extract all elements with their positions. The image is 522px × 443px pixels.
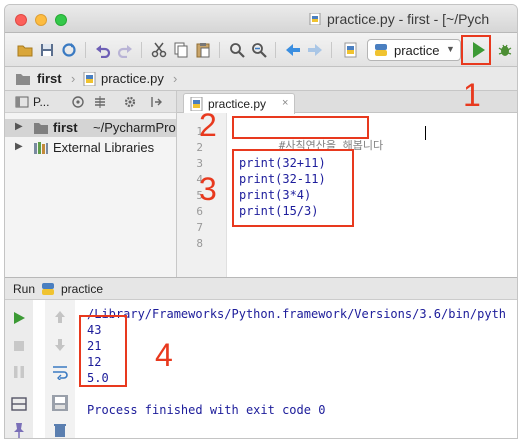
run-second-toolbar — [45, 300, 75, 438]
breadcrumb-separator-icon: › — [173, 71, 178, 86]
rerun-icon[interactable] — [11, 310, 27, 326]
pycharm-window: practice.py - first - [~/Pych practice ▼ — [4, 4, 518, 439]
save-icon[interactable] — [39, 42, 55, 58]
breadcrumb-separator-icon: › — [71, 71, 76, 86]
title-bar: practice.py - first - [~/Pych — [5, 5, 517, 33]
folder-icon — [34, 123, 48, 134]
close-window-button[interactable] — [15, 14, 27, 26]
project-tool-window: P... ▶ first ~/PycharmPro ▶ External Lib… — [5, 91, 177, 277]
paste-icon[interactable] — [195, 42, 211, 58]
chevron-down-icon: ▼ — [446, 44, 455, 54]
toolbar-separator — [141, 42, 142, 58]
tree-item-label: first — [53, 120, 78, 135]
sync-icon[interactable] — [61, 42, 77, 58]
annotation-number-3: 3 — [199, 171, 217, 207]
back-icon[interactable] — [285, 42, 301, 58]
python-icon — [42, 283, 54, 295]
print-icon[interactable] — [51, 394, 69, 412]
python-file-icon — [309, 13, 321, 25]
minimize-window-button[interactable] — [35, 14, 47, 26]
scroll-from-source-icon[interactable] — [71, 95, 85, 109]
toolbar-separator — [85, 42, 86, 58]
run-command-line: /Library/Frameworks/Python.framework/Ver… — [87, 307, 507, 321]
zoom-window-button[interactable] — [55, 14, 67, 26]
tree-item-label: External Libraries — [53, 140, 155, 155]
project-view-label[interactable]: P... — [33, 95, 49, 109]
line-number: 8 — [196, 237, 203, 250]
collapse-all-icon[interactable] — [93, 95, 107, 109]
pin-icon[interactable] — [11, 422, 27, 438]
folder-icon — [16, 74, 30, 85]
undo-icon[interactable] — [95, 42, 111, 58]
annotation-box-run-button — [461, 35, 491, 65]
run-left-toolbar — [5, 300, 33, 438]
stop-icon[interactable] — [11, 338, 27, 354]
toolbar-separator — [275, 42, 276, 58]
run-panel-title: Run — [13, 282, 36, 296]
run-panel-config[interactable]: practice — [61, 282, 103, 296]
annotation-number-4: 4 — [155, 337, 173, 373]
project-view-icon — [15, 96, 29, 108]
annotation-number-1: 1 — [463, 77, 481, 113]
redo-icon[interactable] — [117, 42, 133, 58]
replace-icon[interactable] — [251, 42, 267, 58]
hide-panel-icon[interactable] — [149, 95, 163, 109]
annotation-box-output — [79, 315, 127, 387]
project-panel-header: P... — [5, 91, 176, 113]
window-title: practice.py - first - [~/Pych — [327, 11, 490, 27]
annotation-box-comment — [232, 116, 369, 139]
soft-wrap-icon[interactable] — [51, 364, 69, 380]
trash-icon[interactable] — [52, 422, 68, 438]
process-exit-message: Process finished with exit code 0 — [87, 403, 326, 417]
python-file-icon — [344, 42, 357, 58]
annotation-number-2: 2 — [199, 107, 217, 143]
python-file-icon — [83, 72, 96, 86]
arrow-up-icon[interactable] — [53, 310, 67, 324]
main-toolbar: practice ▼ — [5, 33, 517, 67]
open-folder-icon[interactable] — [17, 42, 33, 58]
gear-icon[interactable] — [123, 95, 137, 109]
python-icon — [375, 44, 387, 56]
arrow-down-icon[interactable] — [53, 338, 67, 352]
navigation-bar: first › practice.py › — [5, 67, 517, 91]
cut-icon[interactable] — [151, 42, 167, 58]
library-icon — [34, 142, 48, 154]
line-number: 7 — [196, 221, 203, 234]
text-cursor — [425, 126, 426, 140]
debug-icon[interactable] — [497, 42, 513, 58]
forward-icon[interactable] — [307, 42, 323, 58]
tree-item-external-libraries[interactable]: ▶ External Libraries — [5, 139, 176, 157]
chevron-right-icon[interactable]: ▶ — [15, 121, 23, 132]
find-icon[interactable] — [229, 42, 245, 58]
breadcrumb-file[interactable]: practice.py — [101, 71, 164, 86]
close-icon[interactable]: × — [282, 97, 288, 109]
pause-icon[interactable] — [11, 364, 27, 380]
tree-item-path: ~/PycharmPro — [93, 120, 176, 135]
toolbar-separator — [331, 42, 332, 58]
run-configuration-select[interactable]: practice ▼ — [367, 39, 461, 61]
chevron-right-icon[interactable]: ▶ — [15, 141, 23, 152]
run-configuration-label: practice — [394, 43, 440, 58]
tree-item-project-root[interactable]: ▶ first ~/PycharmPro — [5, 119, 176, 137]
run-panel-header: Run practice — [5, 278, 517, 300]
line-number: 3 — [196, 157, 203, 170]
layout-icon[interactable] — [11, 396, 27, 412]
breadcrumb-project[interactable]: first — [37, 71, 62, 86]
copy-icon[interactable] — [173, 42, 189, 58]
annotation-box-code — [232, 149, 354, 227]
toolbar-separator — [219, 42, 220, 58]
